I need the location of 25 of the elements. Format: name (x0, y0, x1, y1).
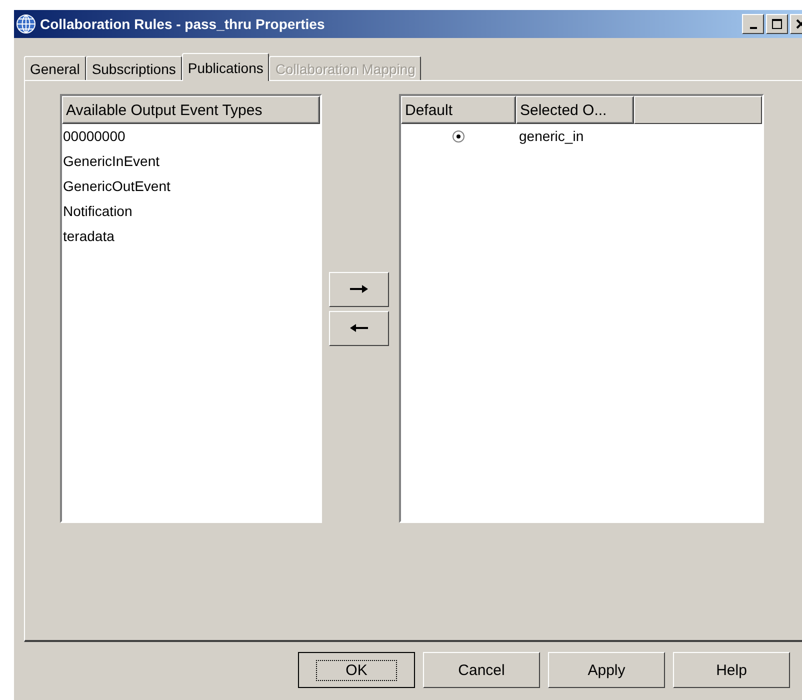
tab[interactable]: Subscriptions (86, 56, 182, 80)
column-header[interactable]: Default (401, 96, 516, 124)
list-item[interactable]: 00000000 (62, 124, 320, 149)
column-header[interactable]: Available Output Event Types (62, 96, 320, 124)
table-cell-text: generic_in (518, 128, 584, 144)
minimize-icon (750, 27, 756, 29)
maximize-button[interactable] (766, 14, 788, 34)
dialog-button[interactable]: Help (673, 652, 790, 688)
window-title: Collaboration Rules - pass_thru Properties (40, 16, 326, 32)
maximize-icon (771, 18, 783, 30)
dialog-button[interactable]: OK (298, 652, 415, 688)
column-header[interactable]: Selected O... (516, 96, 634, 124)
list-item[interactable]: GenericInEvent (62, 149, 320, 174)
radio-button[interactable] (452, 130, 465, 142)
list-item[interactable]: Notification (62, 199, 320, 224)
add-button[interactable] (329, 272, 389, 306)
globe-icon (16, 14, 36, 34)
remove-button[interactable] (329, 310, 389, 346)
list-item[interactable]: GenericOutEvent (62, 174, 320, 199)
tab[interactable]: General (24, 56, 86, 80)
minimize-button[interactable] (742, 14, 764, 34)
list-item[interactable]: teradata (62, 224, 320, 249)
dialog-button[interactable]: Cancel (423, 652, 540, 688)
dialog-button[interactable]: Apply (548, 652, 665, 688)
tab[interactable]: Publications (182, 53, 270, 81)
